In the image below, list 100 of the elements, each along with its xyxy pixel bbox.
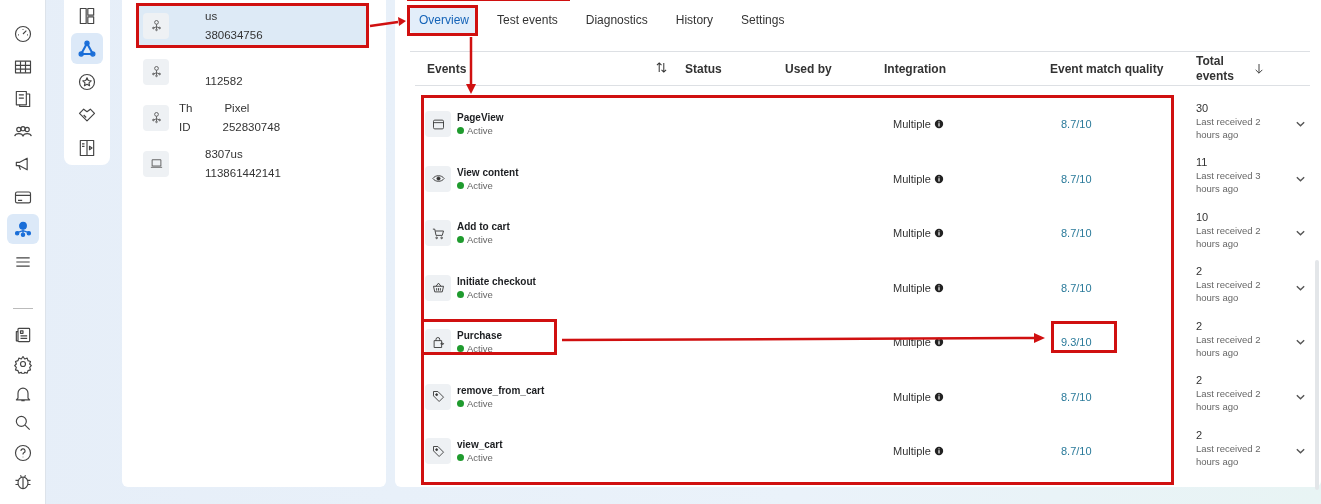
sort-down-icon[interactable] [1254,62,1264,75]
status-dot-icon [457,127,464,135]
dataset-item[interactable]: Th Pixel ID 252830748 [136,95,369,140]
last-received-text: Last received 2 hours ago [1196,278,1262,305]
tab[interactable]: Overview [410,7,478,33]
tab[interactable]: Diagnostics [576,7,657,33]
status-dot-icon [457,290,464,298]
dataset-name: Pixel [224,100,250,116]
chevron-down-icon[interactable] [1295,392,1306,401]
event-name: Add to cart [457,221,510,233]
dataset-id: 113861442141 [205,165,281,181]
event-name: remove_from_cart [457,384,545,396]
settings-icon [12,354,33,374]
info-icon[interactable] [933,173,944,184]
dataset-id: 252830748 [222,119,281,135]
tag-icon [430,389,446,405]
tab[interactable]: History [666,7,723,33]
chevron-down-icon[interactable] [1295,174,1306,183]
last-received-text: Last received 2 hours ago [1196,387,1262,414]
info-icon[interactable] [933,282,944,293]
integration-value: Multiple [893,445,931,458]
split-panel-icon [77,137,97,158]
match-quality-score: 9.3/10 [1061,336,1092,349]
integration-value: Multiple [893,390,931,403]
browser-window-icon [430,116,446,132]
dataset-name: Th [179,100,193,116]
column-header[interactable]: Used by [785,61,884,76]
dataset-item[interactable]: 112582 [136,49,369,94]
integration-value: Multiple [893,118,931,131]
event-count: 10 [1196,210,1210,224]
last-received-text: Last received 3 hours ago [1196,169,1262,196]
chevron-down-icon[interactable] [1295,120,1306,129]
annotation-arrow [466,37,476,94]
nav-button[interactable] [6,214,39,244]
status-dot-icon [457,399,464,407]
match-quality-score: 8.7/10 [1061,390,1092,403]
event-name: Purchase [457,330,503,342]
event-status: Active [467,125,493,137]
integration-value: Multiple [893,172,931,185]
triangle-nodes-icon [77,38,97,59]
info-icon[interactable] [933,446,944,457]
event-count: 2 [1196,374,1204,388]
chevron-down-icon[interactable] [1295,229,1306,238]
column-header[interactable]: Total events [1196,53,1236,84]
match-quality-score: 8.7/10 [1061,281,1092,294]
match-quality-score: 8.7/10 [1061,227,1092,240]
sort-icon[interactable] [656,61,667,73]
nav-button[interactable] [71,33,103,64]
event-status: Active [467,179,493,191]
info-icon[interactable] [933,228,944,239]
integration-value: Multiple [893,336,931,349]
last-received-text: Last received 2 hours ago [1196,114,1262,141]
dataset-name: 8307us [205,146,243,162]
dataset-name: us [205,8,218,24]
dataset-id: 112582 [205,73,243,89]
info-icon[interactable] [933,119,944,130]
dataset-item[interactable]: 8307us 113861442141 [136,141,369,186]
tag-icon [430,443,446,459]
last-received-text: Last received 2 hours ago [1196,441,1262,468]
event-name: PageView [457,112,504,124]
highlight-box [407,5,478,36]
status-dot-icon [457,454,464,462]
chevron-down-icon[interactable] [1295,447,1306,456]
event-status: Active [467,452,493,464]
basket-icon [430,280,446,296]
layout-icon [77,5,97,26]
column-header[interactable]: Events [427,61,467,76]
event-status: Active [467,288,493,300]
event-count: 2 [1196,319,1204,333]
event-count: 2 [1196,265,1204,279]
tab[interactable]: Settings [732,7,794,33]
event-status: Active [467,234,493,246]
match-quality-score: 8.7/10 [1061,118,1092,131]
chevron-down-icon[interactable] [1295,283,1306,292]
last-received-text: Last received 2 hours ago [1196,332,1262,359]
info-icon[interactable] [933,337,944,348]
laptop-icon [148,156,164,171]
chevron-down-icon[interactable] [1295,338,1306,347]
match-quality-score: 8.7/10 [1061,445,1092,458]
dataset-id: ID [179,119,191,135]
integration-value: Multiple [893,227,931,240]
tab[interactable]: Test events [488,7,567,33]
network-icon [12,219,33,239]
info-icon[interactable] [933,391,944,402]
event-count: 11 [1196,156,1209,170]
column-header[interactable]: Status [685,61,785,76]
gauge-icon [12,24,33,44]
column-header[interactable]: Integration [884,61,1050,76]
event-count: 30 [1196,101,1210,115]
status-dot-icon [457,236,464,244]
event-name: View content [457,166,519,178]
status-dot-icon [457,181,464,189]
cart-icon [430,225,446,241]
event-name: view_cart [457,439,503,451]
status-dot-icon [457,345,464,353]
column-header[interactable]: Event match quality [1050,61,1196,76]
last-received-text: Last received 2 hours ago [1196,223,1262,250]
event-count: 2 [1196,428,1204,442]
shopping-bag-icon [430,334,446,350]
annotation-arrow [369,17,406,28]
